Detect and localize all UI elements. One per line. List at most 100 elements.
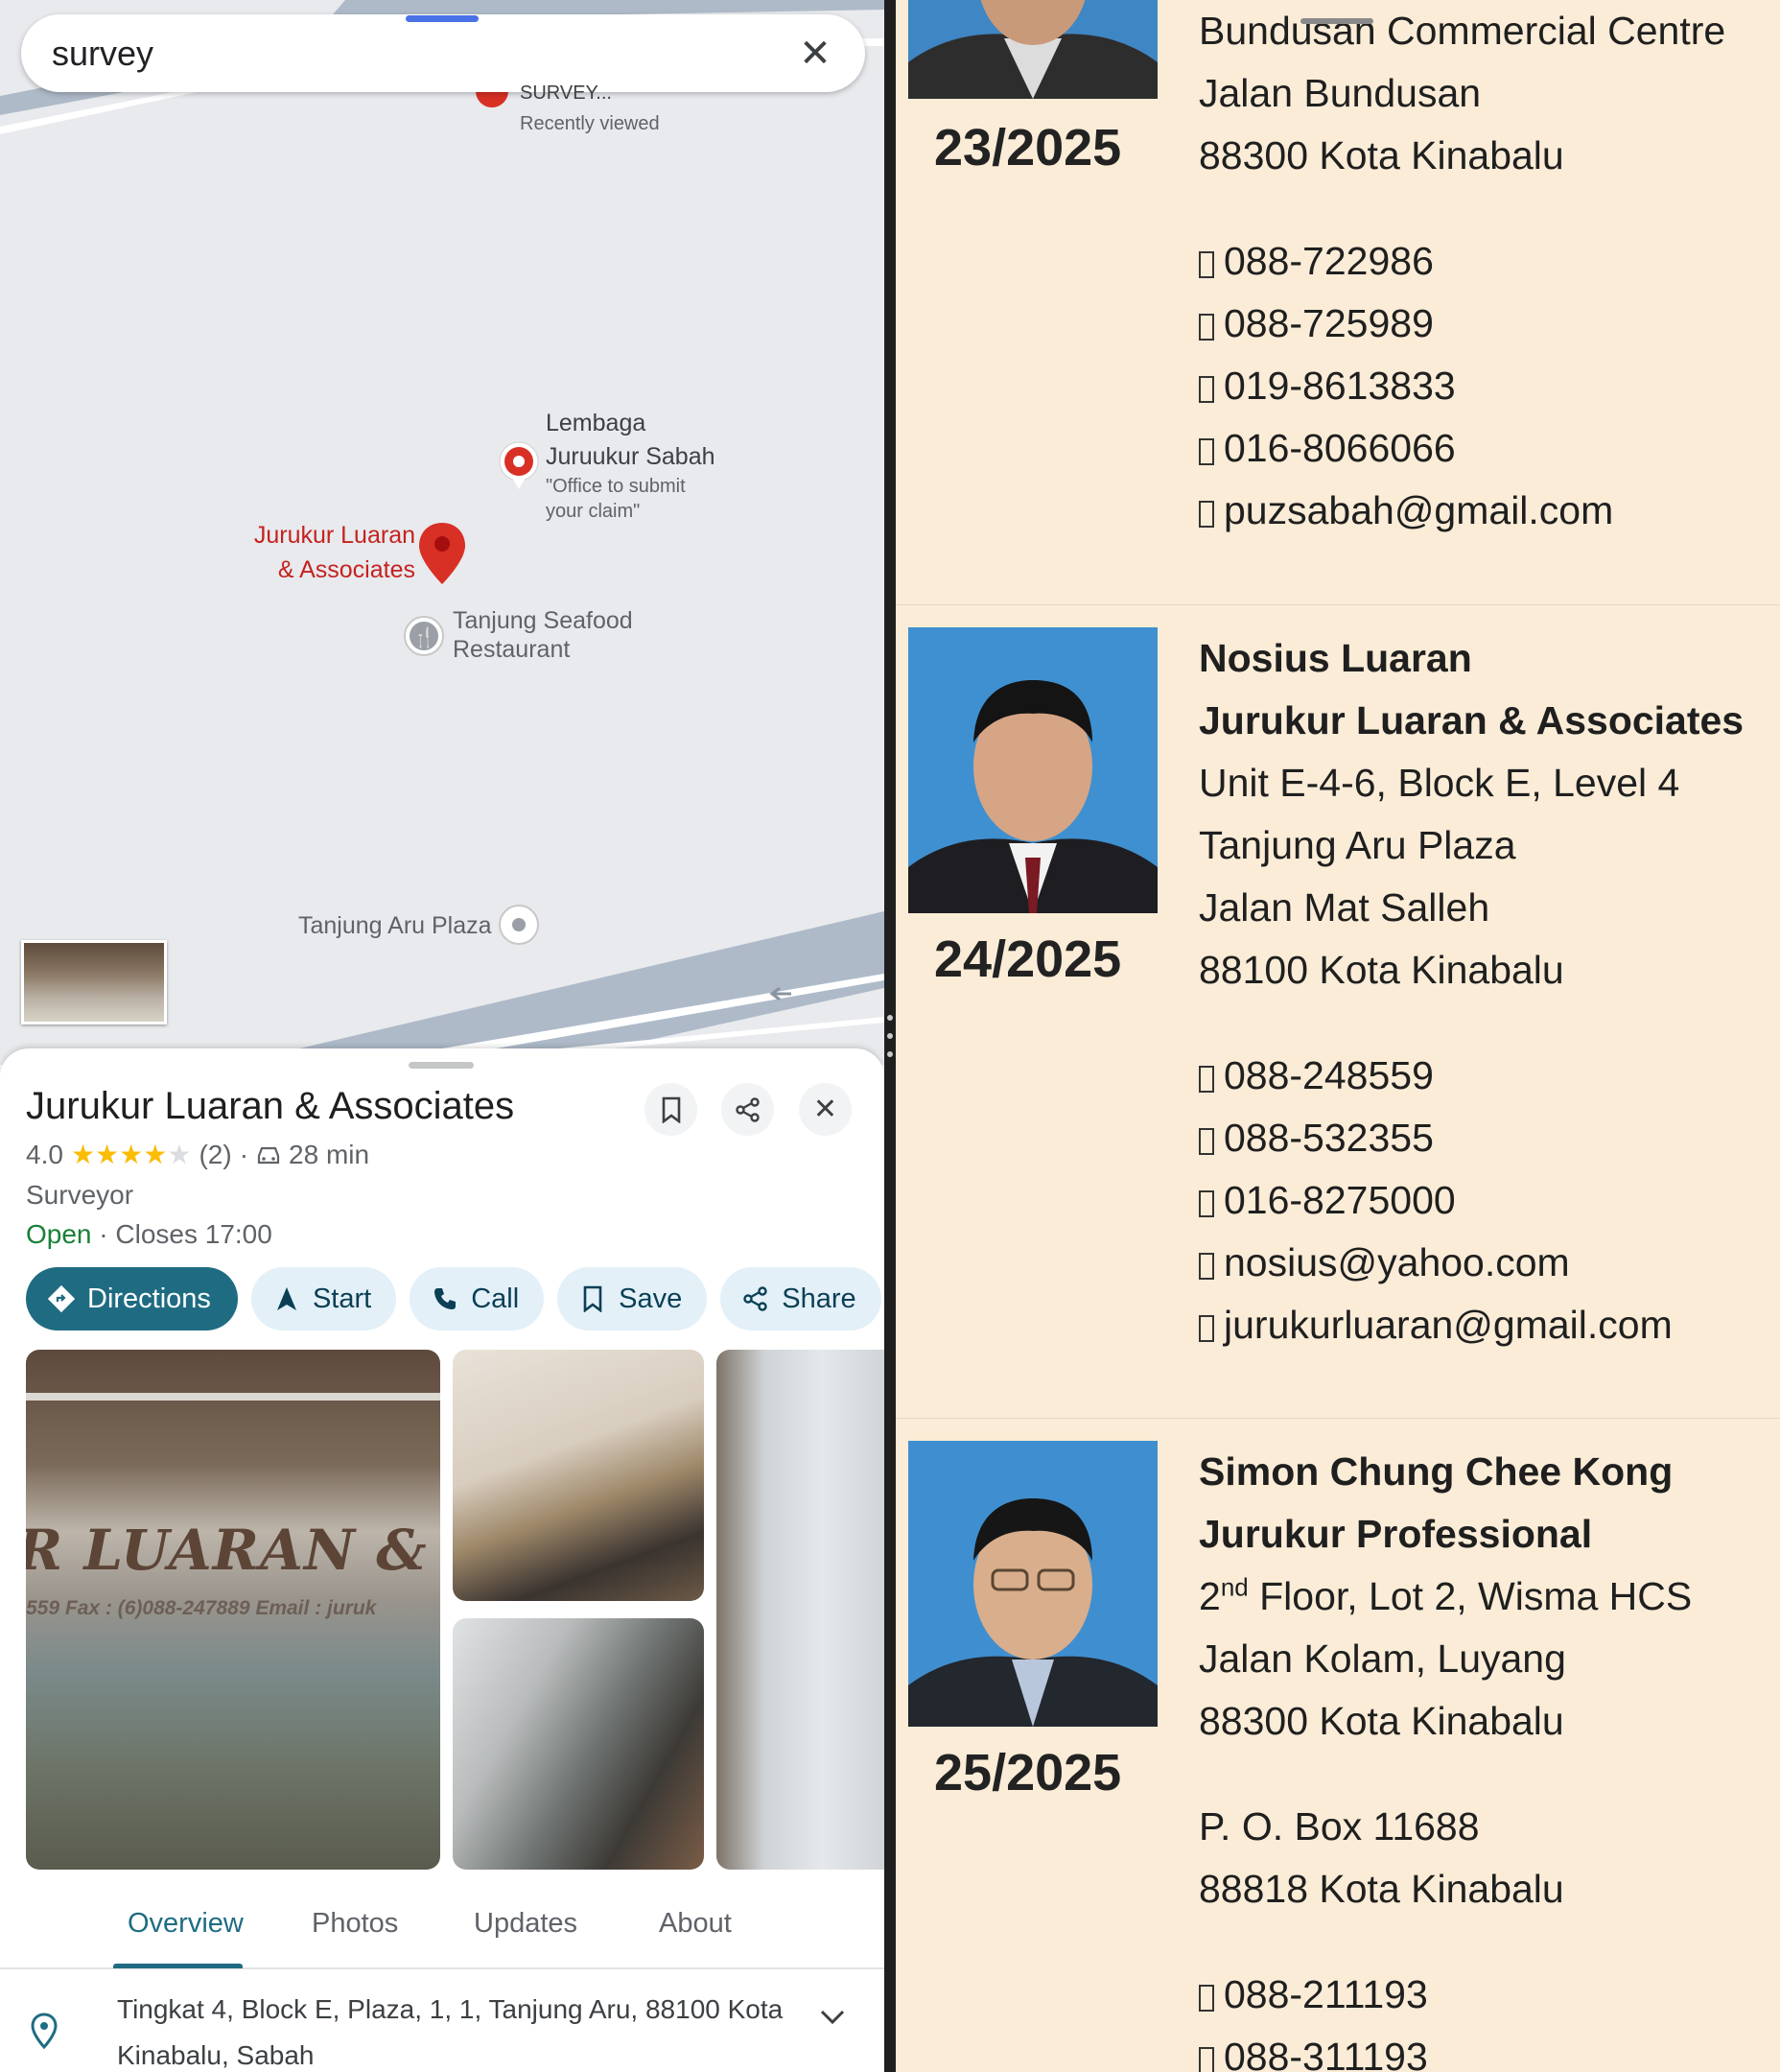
address-line: Jalan Kolam, Luyang [1199, 1636, 1566, 1681]
surveyor-name: Nosius Luaran [1199, 636, 1472, 680]
contact-phone[interactable]: 016-8066066 [1199, 417, 1774, 480]
phone-glyph-icon [1199, 313, 1214, 341]
phone-glyph-icon [1199, 1127, 1214, 1155]
share-button[interactable]: Share [720, 1267, 881, 1330]
contact-email[interactable]: jurukurluaran@gmail.com [1199, 1294, 1774, 1356]
start-label: Start [312, 1283, 372, 1314]
photo-storefront[interactable]: R LUARAN & ASS 559 Fax : (6)088-247889 E… [26, 1350, 440, 1870]
contact-phone[interactable]: 088-532355 [1199, 1107, 1774, 1169]
contact-phone[interactable]: 016-8275000 [1199, 1169, 1774, 1232]
call-button[interactable]: Call [410, 1267, 545, 1330]
address-line: Tanjung Aru Plaza [1199, 823, 1516, 867]
plaza-label[interactable]: Tanjung Aru Plaza [298, 911, 492, 940]
lembaga-label[interactable]: Lembaga Juruukur Sabah [546, 407, 715, 473]
action-chips: Directions Start Call Save Share [26, 1267, 881, 1330]
surveyor-photo [908, 1441, 1158, 1727]
photo-office-interior[interactable] [453, 1350, 704, 1601]
closing-time: · Closes 17:00 [99, 1219, 272, 1249]
phone-glyph-icon [1199, 1065, 1214, 1093]
address-line: 88100 Kota Kinabalu [1199, 948, 1564, 992]
location-pin-icon [31, 2013, 58, 2050]
search-query[interactable]: survey [52, 34, 796, 74]
firm-name: Jurukur Professional [1199, 1512, 1593, 1556]
rating-stars: ★★★★★ [70, 1140, 192, 1169]
phone-icon [434, 1288, 457, 1309]
divider-grip-icon[interactable] [887, 1015, 893, 1057]
po-box-line: 88818 Kota Kinabalu [1199, 1867, 1564, 1911]
start-button[interactable]: Start [250, 1267, 397, 1330]
contact-email[interactable]: puzsabah@gmail.com [1199, 480, 1774, 542]
top-drag-handle[interactable] [406, 15, 479, 22]
share-icon [735, 1096, 760, 1122]
directions-button[interactable]: Directions [26, 1267, 238, 1330]
registration-number: 23/2025 [934, 119, 1122, 177]
close-sheet-button[interactable]: ✕ [799, 1083, 852, 1136]
address-line: Jalan Bundusan [1199, 71, 1482, 115]
clear-search-icon[interactable]: ✕ [796, 32, 834, 76]
selected-place-label[interactable]: Jurukur Luaran & Associates [221, 519, 415, 587]
open-status: Open [26, 1219, 92, 1249]
hours-row[interactable]: Open · Closes 17:00 [26, 1219, 272, 1250]
save-icon-button[interactable] [644, 1083, 697, 1136]
contact-phone[interactable]: 088-725989 [1199, 293, 1774, 355]
place-category: Surveyor [26, 1180, 134, 1210]
share-icon [743, 1286, 767, 1311]
portrait-image [908, 1441, 1158, 1727]
plaza-dot-icon[interactable] [498, 904, 540, 946]
place-tabs: Overview Photos Updates About [0, 1893, 884, 1969]
window-grip-handle[interactable] [1300, 18, 1373, 24]
address-line: 88300 Kota Kinabalu [1199, 133, 1564, 177]
tab-about[interactable]: About [659, 1908, 732, 1940]
chevron-down-icon[interactable] [818, 2008, 847, 2027]
surveyor-details: Simon Chung Chee Kong Jurukur Profession… [1199, 1441, 1774, 2072]
directions-label: Directions [87, 1283, 211, 1314]
maps-pane: survey ✕ SURVEY... Recently viewed Lemba… [0, 0, 884, 2072]
share-icon-button[interactable] [721, 1083, 774, 1136]
photo-glass-door[interactable] [716, 1350, 884, 1870]
selected-place-pin-icon[interactable] [417, 521, 467, 586]
registration-number: 24/2025 [934, 930, 1122, 988]
restaurant-icon[interactable]: 🍴 [403, 615, 445, 657]
phone-glyph-icon [1199, 2046, 1214, 2072]
tab-updates[interactable]: Updates [474, 1908, 577, 1940]
save-button[interactable]: Save [557, 1267, 708, 1330]
phone-glyph-icon [1199, 375, 1214, 403]
address-row[interactable]: Tingkat 4, Block E, Plaza, 1, 1, Tanjung… [0, 1979, 884, 2072]
address-line: Unit E-4-6, Block E, Level 4 [1199, 761, 1680, 805]
address-line: Bundusan Commercial Centre [1199, 9, 1726, 53]
review-count[interactable]: (2) [199, 1140, 231, 1170]
street-view-thumbnail[interactable] [21, 940, 167, 1024]
phone-glyph-icon [1199, 1984, 1214, 2012]
portrait-image [908, 627, 1158, 913]
surveyor-photo [908, 0, 1158, 99]
drive-time: 28 min [289, 1139, 370, 1169]
place-title: Jurukur Luaran & Associates [26, 1085, 515, 1127]
contact-phone[interactable]: 088-311193 [1199, 2026, 1774, 2072]
photo-gallery[interactable]: R LUARAN & ASS 559 Fax : (6)088-247889 E… [26, 1350, 884, 1870]
tab-overview[interactable]: Overview [128, 1908, 244, 1940]
surveyor-details: Bundusan Commercial Centre Jalan Bundusa… [1199, 0, 1774, 542]
contact-phone[interactable]: 019-8613833 [1199, 355, 1774, 417]
lembaga-pin-icon[interactable] [497, 439, 541, 493]
surveyor-name: Simon Chung Chee Kong [1199, 1449, 1674, 1494]
rating-row[interactable]: 4.0 ★★★★★ (2) · 28 min [26, 1139, 369, 1170]
contact-email[interactable]: nosius@yahoo.com [1199, 1232, 1774, 1294]
seafood-label[interactable]: Tanjung Seafood Restaurant [453, 606, 633, 664]
photo-entrance[interactable] [453, 1618, 704, 1870]
save-label: Save [619, 1283, 683, 1314]
email-glyph-icon [1199, 1252, 1214, 1280]
search-bar[interactable]: survey ✕ [21, 14, 865, 92]
address-line: 88300 Kota Kinabalu [1199, 1699, 1564, 1743]
window-frame [26, 1393, 440, 1401]
tab-photos[interactable]: Photos [312, 1908, 398, 1940]
contact-phone[interactable]: 088-722986 [1199, 230, 1774, 293]
active-tab-indicator [113, 1964, 243, 1968]
sheet-drag-handle[interactable] [409, 1062, 474, 1069]
call-label: Call [471, 1283, 520, 1314]
directions-icon [48, 1285, 75, 1312]
phone-glyph-icon [1199, 1189, 1214, 1217]
map-canvas[interactable]: survey ✕ SURVEY... Recently viewed Lemba… [0, 0, 884, 1065]
contact-phone[interactable]: 088-248559 [1199, 1045, 1774, 1107]
contact-phone[interactable]: 088-211193 [1199, 1964, 1774, 2026]
close-icon: ✕ [812, 1094, 838, 1125]
